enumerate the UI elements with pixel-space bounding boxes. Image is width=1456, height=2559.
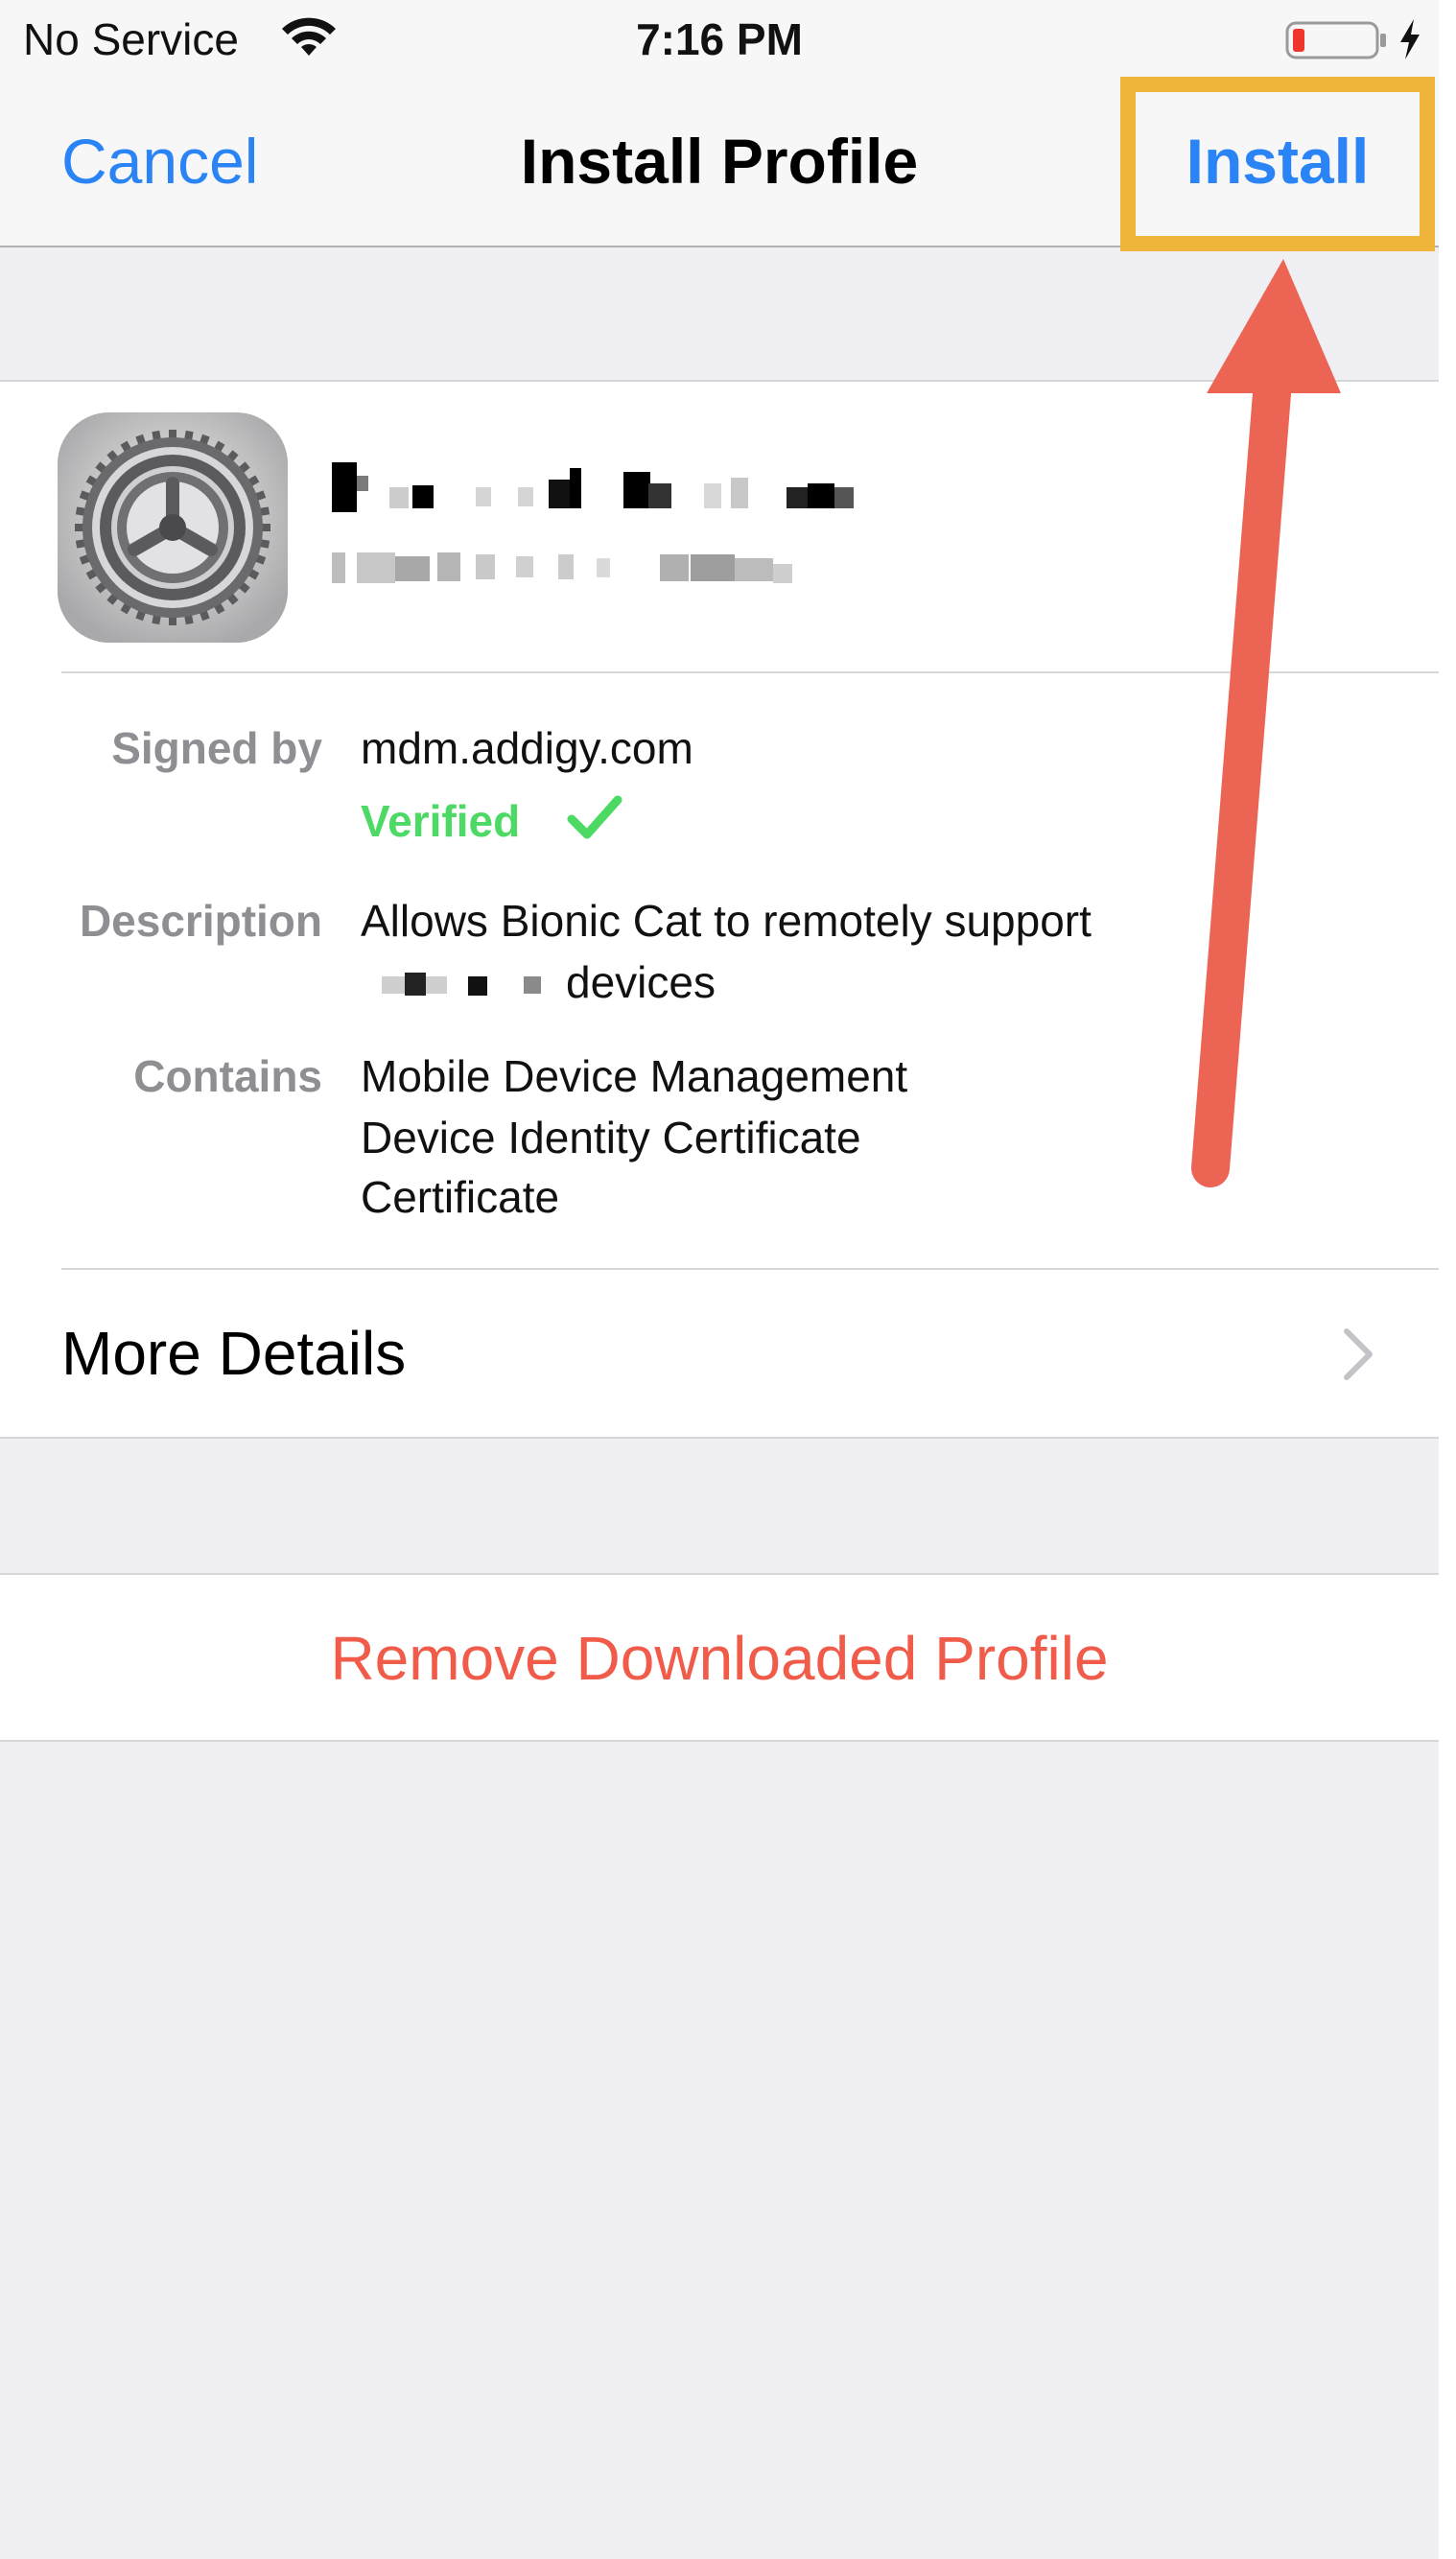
description-line-2: devices — [566, 957, 716, 1007]
contains-item-1: Mobile Device Management — [361, 1051, 908, 1101]
verified-label: Verified — [361, 796, 521, 846]
divider — [61, 671, 1439, 673]
profile-name-redacted — [332, 458, 869, 520]
contains-item-2: Device Identity Certificate — [361, 1113, 861, 1162]
charging-bolt-icon — [1400, 19, 1420, 59]
remove-downloaded-profile-button[interactable]: Remove Downloaded Profile — [0, 1573, 1439, 1742]
install-profile-screen: No Service 7:16 PM Cancel Install Profil… — [0, 0, 1439, 2559]
description-redacted — [361, 951, 562, 1013]
status-time: 7:16 PM — [636, 14, 803, 64]
description-line-1: Allows Bionic Cat to remotely support — [361, 896, 1092, 946]
status-bar: No Service 7:16 PM — [0, 0, 1439, 79]
battery-low-icon — [1285, 21, 1386, 59]
divider — [61, 1268, 1439, 1270]
checkmark-icon — [567, 795, 622, 839]
contains-label: Contains — [133, 1051, 322, 1101]
settings-gear-icon — [58, 412, 288, 643]
more-details-label: More Details — [61, 1319, 407, 1388]
signed-by-label: Signed by — [111, 723, 322, 773]
install-button[interactable]: Install — [1136, 121, 1420, 201]
description-label: Description — [79, 896, 322, 946]
more-details-row[interactable]: More Details — [0, 1272, 1439, 1437]
remove-downloaded-profile-label: Remove Downloaded Profile — [330, 1624, 1109, 1693]
chevron-right-icon — [1344, 1328, 1373, 1380]
right-edge-strip — [1439, 0, 1456, 2559]
signed-by-value: mdm.addigy.com — [361, 723, 693, 773]
contains-item-3: Certificate — [361, 1172, 560, 1222]
profile-card: Signed by mdm.addigy.com Verified Descri… — [0, 380, 1439, 1439]
profile-subtitle-redacted — [332, 547, 811, 589]
